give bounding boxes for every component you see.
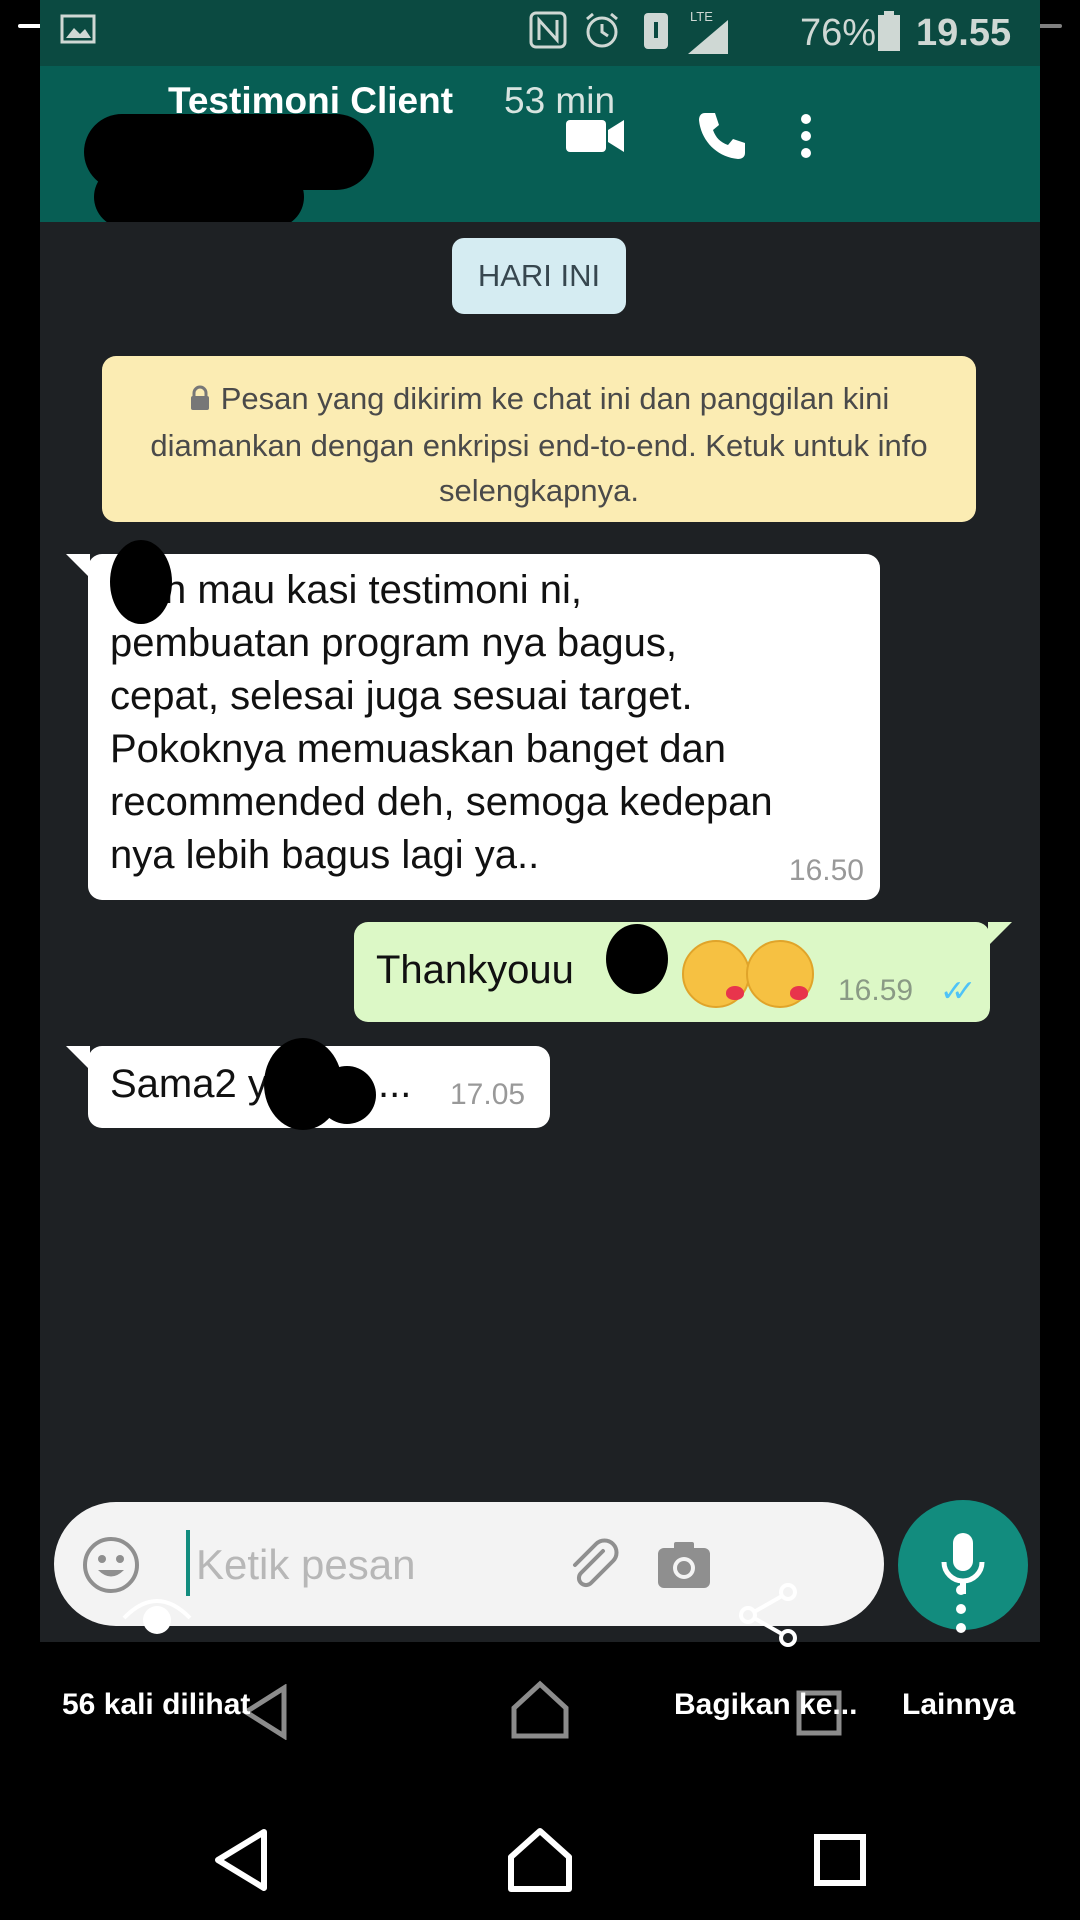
phone-icon[interactable] [692, 106, 752, 166]
recent-apps-icon[interactable] [800, 1820, 880, 1900]
encryption-notice[interactable]: Pesan yang dikirim ke chat ini dan pangg… [102, 356, 976, 522]
back-icon [240, 1683, 288, 1745]
attach-icon[interactable] [562, 1534, 624, 1596]
share-icon[interactable] [736, 1582, 802, 1653]
redaction-mark [318, 1066, 376, 1124]
lock-icon [189, 378, 211, 423]
chat-title: Testimoni Client [168, 80, 454, 121]
recent-apps-icon [796, 1690, 842, 1741]
message-time: 16.59 [838, 974, 914, 1007]
kissing-heart-emoji-icon [682, 940, 750, 1008]
nfc-icon [528, 10, 568, 60]
encryption-notice-text: Pesan yang dikirim ke chat ini dan pangg… [150, 381, 928, 509]
double-check-icon: ✓✓ [940, 975, 976, 1008]
battery-icon [876, 10, 902, 62]
message-time: 16.50 [788, 854, 864, 887]
message-time: 17.05 [450, 1078, 526, 1111]
views-count[interactable]: 56 kali dilihat [62, 1688, 250, 1722]
chat-area: HARI INI Pesan yang dikirim ke chat ini … [40, 222, 1040, 1642]
home-icon [510, 1680, 570, 1745]
eye-icon[interactable] [120, 1588, 194, 1643]
status-bar: LTE 76% 19.55 [40, 0, 1040, 66]
message-bubble-outgoing[interactable]: Thankyouu 16.59 ✓✓ [354, 922, 1012, 1022]
chat-header: Testimoni Client 53 min [40, 66, 1040, 228]
message-text-ellipsis: ... [378, 1062, 412, 1106]
clock: 19.55 [916, 12, 1012, 54]
signal-icon: LTE [684, 9, 740, 66]
vibrate-icon [638, 10, 674, 62]
message-text: Sama2 y [110, 1062, 268, 1106]
more-vert-icon[interactable] [786, 106, 826, 166]
image-icon [60, 10, 96, 55]
chat-screenshot: LTE 76% 19.55 Testimoni Client 53 min HA… [40, 0, 1040, 1642]
message-input[interactable] [194, 1532, 538, 1598]
camera-icon[interactable] [654, 1534, 714, 1594]
lte-label: LTE [690, 10, 713, 24]
battery-percent: 76% [800, 12, 877, 54]
more-dots-icon[interactable] [950, 1582, 972, 1641]
redaction-mark [110, 540, 172, 624]
kissing-heart-emoji-icon [746, 940, 814, 1008]
back-icon[interactable] [200, 1820, 280, 1900]
redaction-mark [606, 924, 668, 994]
text-cursor [186, 1530, 190, 1596]
date-chip: HARI INI [452, 238, 626, 314]
emoji-icon[interactable] [80, 1534, 142, 1596]
message-bubble-incoming[interactable]: h mau kasi testimoni ni, pembuatan progr… [66, 540, 880, 900]
system-nav-bar [0, 1800, 1080, 1920]
message-text: h mau kasi testimoni ni, pembuatan progr… [110, 568, 773, 877]
home-icon[interactable] [500, 1820, 580, 1900]
message-bubble-incoming[interactable]: Sama2 y ... 17.05 [66, 1038, 550, 1130]
more-label[interactable]: Lainnya [902, 1688, 1015, 1722]
redaction-mark [94, 166, 304, 228]
alarm-icon [582, 10, 622, 60]
video-call-icon[interactable] [560, 106, 630, 166]
message-text: Thankyouu [376, 948, 574, 992]
